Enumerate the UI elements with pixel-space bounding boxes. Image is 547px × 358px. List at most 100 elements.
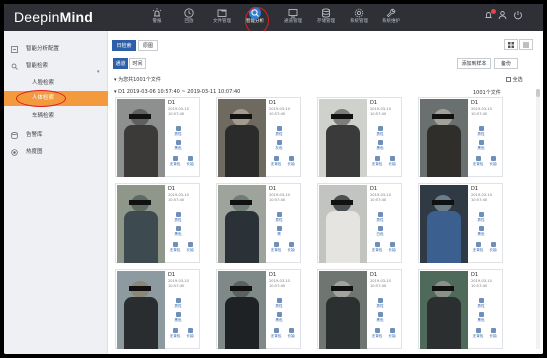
nav-maintenance[interactable]: 系统维护 [378,6,404,30]
camera-label: D1 [168,186,176,192]
attr-sleeve: 长袖 [183,156,197,166]
main-content: 日检索 原图 通道 时间 添加到样本 备份 ▾ 为您共1001个文件 全选 ▾ … [108,31,543,354]
time-range: ▾ D1 2019-03-06 10:57:40 ~ 2019-03-11 10… [114,89,241,95]
gender-icon [175,298,181,303]
result-card[interactable]: D1 2019-03-10 10:57:40 男性 灰色 无背包 长袖 [216,97,301,177]
list-view-button[interactable] [519,39,533,50]
add-to-sample-button[interactable]: 添加到样本 [457,58,491,69]
capture-time: 2019-03-10 10:57:40 [269,193,290,202]
user-icon[interactable] [498,10,507,22]
attr-color: 黑色 [171,312,185,322]
camera-label: D1 [370,100,378,106]
sleeve-icon [288,328,294,333]
backup-button[interactable]: 备份 [494,58,518,69]
person-snapshot[interactable] [218,99,266,177]
sleeve-icon [389,242,395,247]
nav-playback[interactable]: 回放 [176,6,202,30]
alarm-bell-icon[interactable] [484,10,493,22]
camera-label: D1 [269,100,277,106]
person-snapshot[interactable] [218,185,266,263]
person-snapshot[interactable] [117,99,165,177]
select-all[interactable]: 全选 [506,76,523,83]
attr-bag: 无背包 [269,328,283,338]
sidebar-item-label: 人脸检索 [32,80,55,86]
sidebar-item-label: 智能检索 [26,63,49,69]
app-logo: DeepinMind [14,9,94,25]
person-snapshot[interactable] [117,271,165,349]
result-card[interactable]: D1 2019-03-10 10:57:40 男性 黑色 无背包 长袖 [418,183,503,263]
power-icon[interactable] [513,10,523,22]
gender-icon [276,212,282,217]
result-card[interactable]: D1 2019-03-10 10:57:40 男性 黑色 无背包 长袖 [115,183,200,263]
attr-bag: 无背包 [168,328,182,338]
person-snapshot[interactable] [420,271,468,349]
sidebar-item-heatmap[interactable]: 热度图 [4,144,108,160]
person-snapshot[interactable] [319,99,367,177]
playback-icon [184,8,194,18]
result-card[interactable]: D1 2019-03-10 10:57:40 男性 黑色 无背包 长袖 [317,269,402,349]
attr-gender: 男性 [373,298,387,308]
result-card[interactable]: D1 2019-03-10 10:57:40 男性 黑色 无背包 长袖 [115,269,200,349]
privacy-mask [432,286,454,291]
camera-label: D1 [168,100,176,106]
sidebar: 智能分析配置 智能检索 ▾ 人脸检索 人体检索 车辆检索 告警库 热度图 [4,31,108,354]
nav-files[interactable]: 文件管理 [209,6,235,30]
person-snapshot[interactable] [218,271,266,349]
sleeve-icon [288,242,294,247]
sidebar-item-label: 智能分析配置 [26,46,60,52]
nav-system[interactable]: 系统管理 [346,6,372,30]
attr-color: 黑色 [171,140,185,150]
shirt-icon [276,226,282,231]
tab-time[interactable]: 时间 [129,58,146,69]
sidebar-item-analysis-config[interactable]: 智能分析配置 [4,41,108,57]
tab-day-search[interactable]: 日检索 [112,40,136,51]
body-shape [225,211,259,263]
nav-storage[interactable]: 存储管理 [313,6,339,30]
grid-icon [508,42,514,48]
result-card[interactable]: D1 2019-03-10 10:57:40 男性 黑色 无背包 长袖 [418,97,503,177]
sidebar-item-face-search[interactable]: 人脸检索 [4,75,108,91]
scrollbar-thumb[interactable] [536,89,540,97]
shirt-icon [377,140,383,145]
capture-time: 2019-03-10 10:57:40 [269,279,290,288]
body-shape [427,125,461,177]
tab-original[interactable]: 原图 [138,40,158,51]
person-snapshot[interactable] [319,185,367,263]
result-card[interactable]: D1 2019-03-10 10:57:40 男性 白色 无背包 长袖 [317,183,402,263]
bag-icon [374,328,380,333]
result-card[interactable]: D1 2019-03-10 10:57:40 男性 黑色 无背包 长袖 [216,269,301,349]
privacy-mask [331,200,353,205]
body-shape [124,125,158,177]
select-all-checkbox[interactable] [506,77,511,82]
attr-gender: 男性 [373,212,387,222]
gender-icon [377,126,383,131]
range-count: 1001个文件 [473,90,501,96]
scrollbar[interactable] [536,89,540,349]
attr-sleeve: 长袖 [284,156,298,166]
result-card[interactable]: D1 2019-03-10 10:57:40 男性 黑色 无背包 长袖 [317,97,402,177]
privacy-mask [230,114,252,119]
attr-bag: 无背包 [168,242,182,252]
attr-gender: 男性 [272,212,286,222]
attr-gender: 男性 [272,298,286,308]
result-card[interactable]: D1 2019-03-10 10:57:40 男性 黑 无背包 长袖 [216,183,301,263]
nav-channel[interactable]: 通道管理 [280,6,306,30]
grid-view-button[interactable] [504,39,518,50]
tab-channel[interactable]: 通道 [113,58,128,69]
person-snapshot[interactable] [117,185,165,263]
sidebar-item-smart-search[interactable]: 智能检索 ▾ [4,58,108,75]
capture-time: 2019-03-10 10:57:40 [471,193,492,202]
attr-bag: 无背包 [471,242,485,252]
nav-alarm[interactable]: 警报 [144,6,170,30]
attr-sleeve: 长袖 [385,156,399,166]
sidebar-item-vehicle-search[interactable]: 车辆检索 [4,108,108,124]
shirt-icon [478,140,484,145]
shirt-icon [175,312,181,317]
result-card[interactable]: D1 2019-03-10 10:57:40 男性 黑色 无背包 长袖 [115,97,200,177]
sidebar-item-alarm-library[interactable]: 告警库 [4,127,108,143]
person-snapshot[interactable] [420,99,468,177]
person-snapshot[interactable] [319,271,367,349]
person-snapshot[interactable] [420,185,468,263]
bag-icon [374,156,380,161]
result-card[interactable]: D1 2019-03-10 10:57:40 男性 黑色 无背包 长袖 [418,269,503,349]
